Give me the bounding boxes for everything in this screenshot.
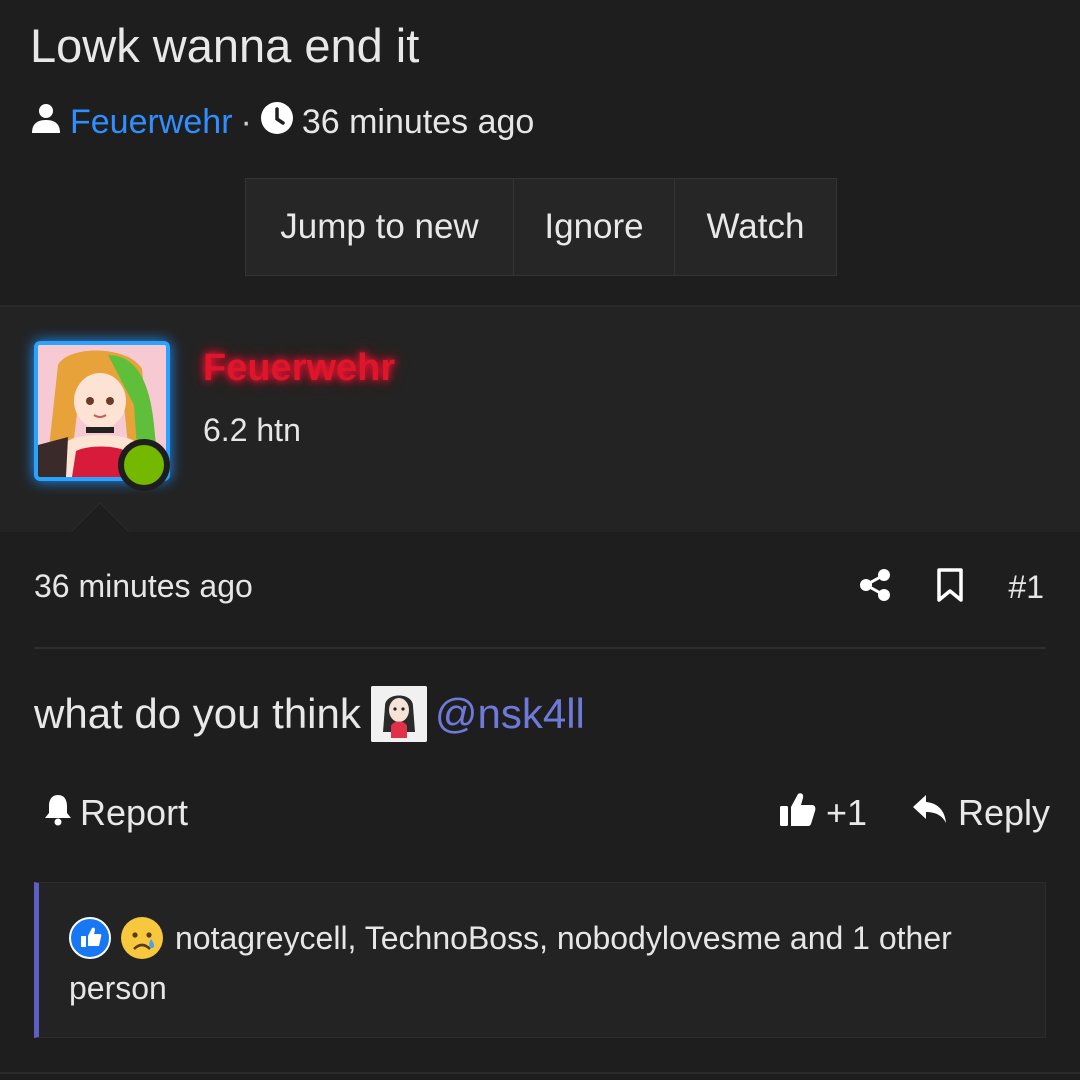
reactions-text[interactable]: notagreycell, TechnoBoss, nobodylovesme … xyxy=(69,920,952,1006)
mention-link[interactable]: @nsk4ll xyxy=(435,690,585,738)
share-icon[interactable] xyxy=(858,568,892,607)
post-username[interactable]: Feuerwehr xyxy=(203,347,395,390)
post-actions: #1 xyxy=(858,562,1044,612)
custom-emoji-icon xyxy=(370,686,427,742)
report-label: Report xyxy=(80,792,189,833)
reactions-bar[interactable]: notagreycell, TechnoBoss, nobodylovesme … xyxy=(34,882,1046,1038)
post-arrow-notch xyxy=(70,503,130,533)
bookmark-icon[interactable] xyxy=(936,567,964,608)
post-user-block: Feuerwehr 6.2 htn xyxy=(0,307,1080,532)
like-count: +1 xyxy=(826,792,868,833)
online-status-indicator xyxy=(118,439,170,491)
post-body: what do you think @nsk4ll xyxy=(34,684,585,744)
sad-face-reaction-icon xyxy=(121,917,163,959)
post-text: what do you think xyxy=(34,690,361,737)
thread-button-group: Jump to new Ignore Watch xyxy=(245,178,837,276)
user-title: 6.2 htn xyxy=(203,412,301,448)
like-reaction-icon xyxy=(69,917,111,959)
report-button[interactable]: Report xyxy=(42,788,188,838)
jump-to-new-button[interactable]: Jump to new xyxy=(246,179,514,275)
post-divider xyxy=(34,647,1046,649)
post-footer: Report +1 Reply xyxy=(0,788,1080,838)
user-icon xyxy=(30,102,62,143)
like-button[interactable]: +1 xyxy=(778,788,867,838)
reply-arrow-icon xyxy=(912,792,948,834)
reply-label: Reply xyxy=(958,792,1051,833)
ignore-button[interactable]: Ignore xyxy=(514,179,675,275)
thread-title: Lowk wanna end it xyxy=(30,19,420,72)
post-time[interactable]: 36 minutes ago xyxy=(34,568,253,605)
meta-separator: · xyxy=(240,102,252,141)
thread-meta: Feuerwehr · 36 minutes ago xyxy=(30,100,534,144)
watch-button[interactable]: Watch xyxy=(675,179,836,275)
reply-button[interactable]: Reply xyxy=(912,788,1050,838)
thumbs-up-icon xyxy=(778,790,816,837)
bell-icon xyxy=(42,792,74,835)
thread-header: Lowk wanna end it Feuerwehr · 36 minutes… xyxy=(0,0,1080,306)
thread-time[interactable]: 36 minutes ago xyxy=(302,103,535,142)
post: 36 minutes ago #1 what do you think @nsk… xyxy=(0,532,1080,1080)
bottom-divider xyxy=(0,1072,1080,1074)
reactions-line: notagreycell, TechnoBoss, nobodylovesme … xyxy=(69,913,1029,1013)
clock-icon xyxy=(260,101,294,144)
post-number-link[interactable]: #1 xyxy=(1008,569,1044,606)
thread-author-link[interactable]: Feuerwehr xyxy=(70,103,233,142)
